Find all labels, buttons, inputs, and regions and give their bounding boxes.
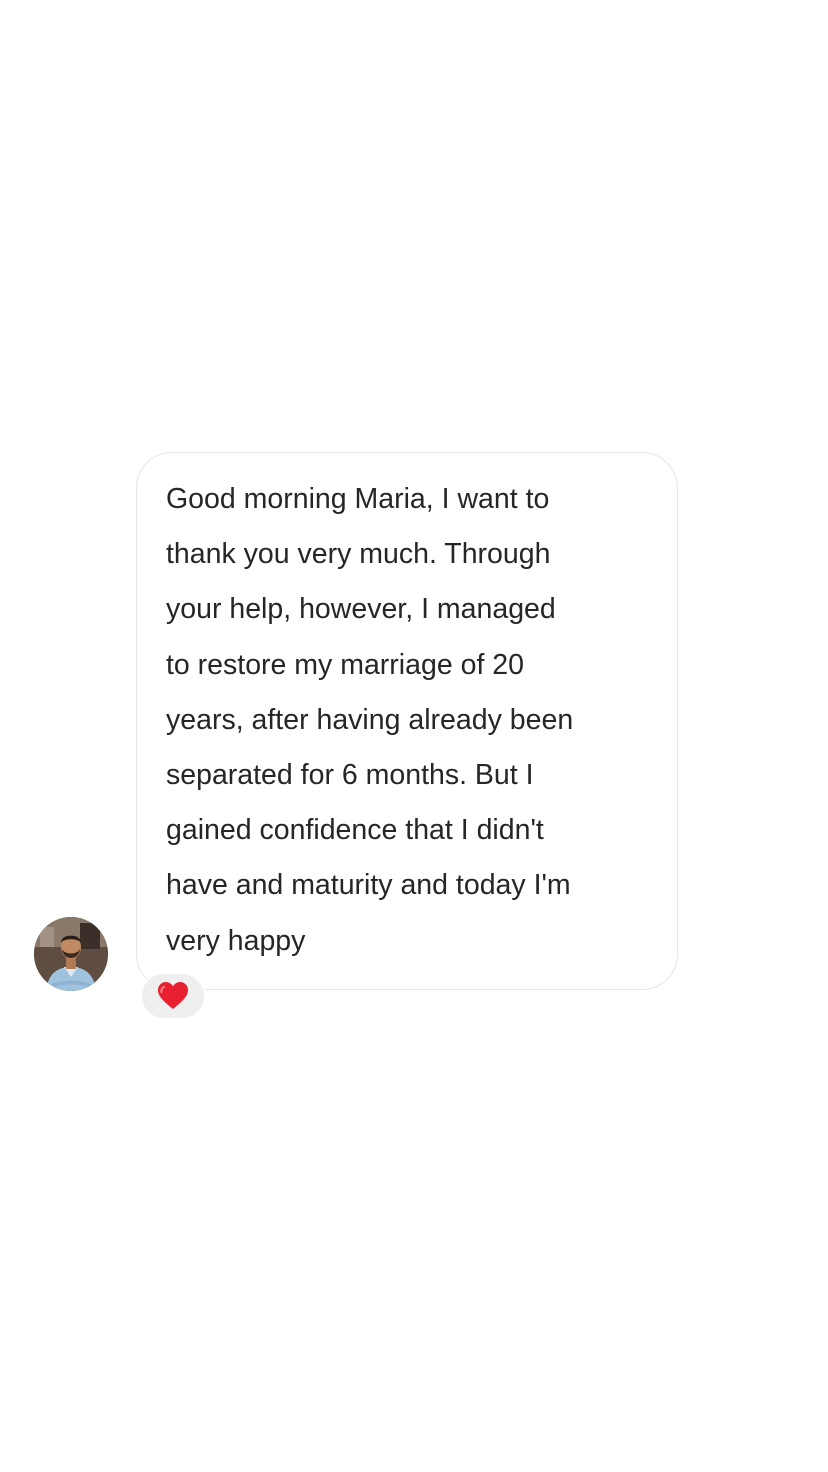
message-text: Good morning Maria, I want to thank you … xyxy=(166,483,574,957)
avatar-photo-icon xyxy=(34,917,108,991)
message-bubble[interactable]: Good morning Maria, I want to thank you … xyxy=(136,452,678,990)
reaction-badge[interactable] xyxy=(140,972,206,1020)
heart-icon xyxy=(158,982,188,1009)
message-row: Good morning Maria, I want to thank you … xyxy=(0,452,828,1022)
chat-screen: Good morning Maria, I want to thank you … xyxy=(0,0,828,1472)
sender-avatar[interactable] xyxy=(34,917,108,991)
